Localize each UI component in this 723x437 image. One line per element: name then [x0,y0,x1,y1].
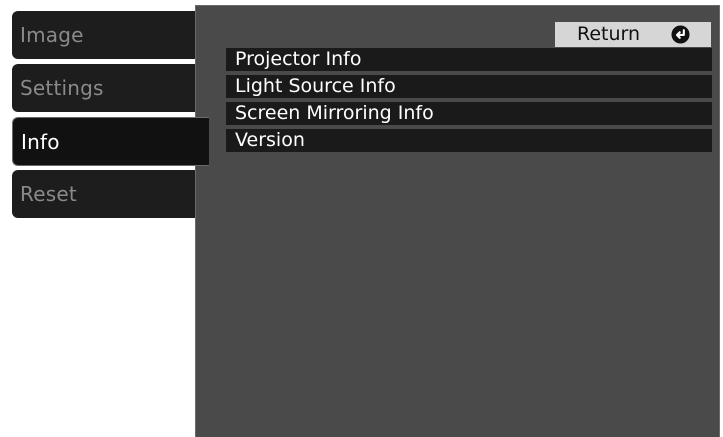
menu-item-version[interactable]: Version [226,129,712,152]
tab-image[interactable]: Image [12,11,195,59]
tab-reset-label: Reset [20,182,77,206]
return-label: Return [577,23,641,45]
menu-item-label: Version [235,129,305,151]
menu-item-label: Screen Mirroring Info [235,102,434,124]
menu-item-light-source-info[interactable]: Light Source Info [226,75,712,98]
menu-item-label: Projector Info [235,48,362,70]
tab-info-label: Info [21,129,60,154]
menu-item-projector-info[interactable]: Projector Info [226,48,712,71]
menu-item-label: Light Source Info [235,75,396,97]
enter-arrow-icon [671,25,690,44]
tab-reset[interactable]: Reset [12,170,195,218]
tab-settings[interactable]: Settings [12,64,195,112]
tab-settings-label: Settings [20,76,104,100]
projector-menu-screen: Image Settings Info Reset Return Project… [0,0,723,437]
menu-item-screen-mirroring-info[interactable]: Screen Mirroring Info [226,102,712,125]
tab-info[interactable]: Info [12,117,209,166]
return-button[interactable]: Return [555,22,711,47]
tab-image-label: Image [20,23,84,47]
